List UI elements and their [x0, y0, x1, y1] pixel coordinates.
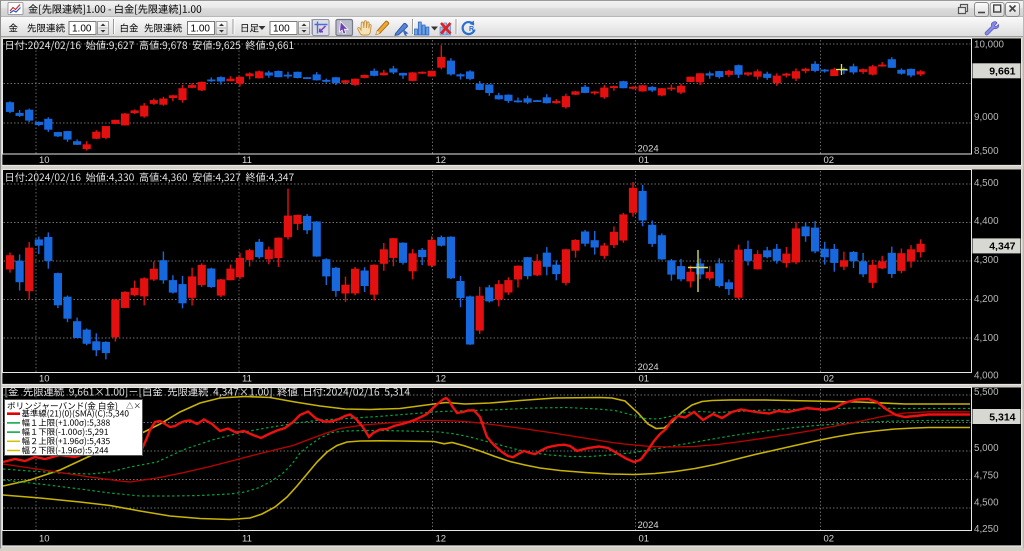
- svg-text:9,661: 9,661: [989, 66, 1015, 78]
- svg-text:12: 12: [436, 155, 447, 166]
- svg-text:01: 01: [639, 155, 650, 166]
- svg-text:2024: 2024: [638, 520, 659, 531]
- svg-text:12: 12: [436, 534, 447, 545]
- svg-text:4,100: 4,100: [974, 333, 999, 344]
- svg-text:4,400: 4,400: [974, 216, 999, 227]
- svg-text:5,000: 5,000: [974, 443, 999, 454]
- svg-text:4,500: 4,500: [974, 178, 999, 189]
- svg-text:100: 100: [273, 24, 290, 35]
- svg-text:4,347: 4,347: [989, 241, 1015, 253]
- svg-text:11: 11: [242, 534, 252, 545]
- svg-text:10,000: 10,000: [974, 40, 1005, 51]
- svg-text:4,750: 4,750: [974, 471, 999, 482]
- svg-text:4,500: 4,500: [974, 498, 999, 509]
- svg-text:5,314: 5,314: [989, 411, 1015, 423]
- svg-text:10: 10: [39, 534, 50, 545]
- svg-text:2024: 2024: [638, 362, 659, 373]
- svg-text:1.00: 1.00: [72, 24, 92, 35]
- svg-text:4,250: 4,250: [974, 524, 999, 535]
- svg-text:9,000: 9,000: [974, 112, 999, 123]
- svg-text:4,000: 4,000: [974, 371, 999, 382]
- svg-text:10: 10: [39, 374, 50, 385]
- svg-text:01: 01: [639, 374, 650, 385]
- svg-text:5,500: 5,500: [974, 387, 999, 398]
- svg-text:8,500: 8,500: [974, 146, 999, 157]
- svg-text:4,200: 4,200: [974, 294, 999, 305]
- svg-text:1.00: 1.00: [191, 24, 211, 35]
- svg-text:2024: 2024: [638, 144, 659, 155]
- svg-text:01: 01: [639, 534, 650, 545]
- svg-text:R: R: [469, 26, 474, 33]
- svg-text:02: 02: [824, 155, 835, 166]
- svg-text:12: 12: [436, 374, 447, 385]
- svg-text:11: 11: [242, 155, 252, 166]
- svg-text:10: 10: [39, 155, 50, 166]
- svg-text:02: 02: [824, 534, 835, 545]
- svg-text:11: 11: [242, 374, 252, 385]
- svg-text:4,300: 4,300: [974, 255, 999, 266]
- svg-text:02: 02: [824, 374, 835, 385]
